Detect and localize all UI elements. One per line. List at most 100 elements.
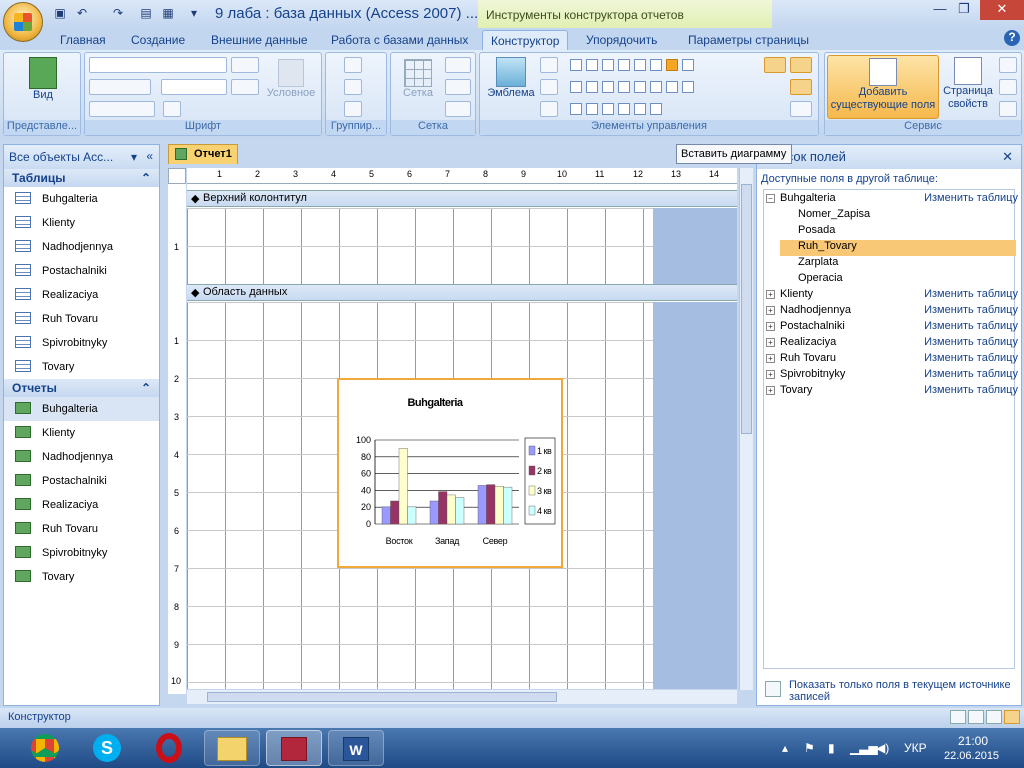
page-header-grid[interactable] [187,208,653,284]
field-item[interactable]: Operacia [798,272,1024,288]
tab-database-tools[interactable]: Работа с базами данных [331,30,468,50]
page-break-icon[interactable] [586,103,598,115]
tab-create[interactable]: Создание [131,30,185,50]
list-icon[interactable] [586,81,598,93]
expand-icon[interactable]: + [766,353,775,363]
nav-table-item[interactable]: Klienty [4,211,159,235]
expand-icon[interactable]: + [766,337,775,347]
vertical-scrollbar[interactable] [739,168,753,690]
code-icon[interactable] [999,79,1017,95]
datetime-icon[interactable] [540,101,558,117]
edit-table-link[interactable]: Изменить таблицу [924,304,1018,316]
property-sheet-button[interactable]: Страница свойств [941,57,995,111]
radio-icon[interactable] [602,103,614,115]
nav-report-item[interactable]: Postachalniki [4,469,159,493]
edit-table-link[interactable]: Изменить таблицу [924,288,1018,300]
bold-italic-underline[interactable] [89,79,151,95]
layout-view-icon[interactable] [986,710,1002,724]
attachment-icon[interactable] [618,103,630,115]
textbox-icon[interactable] [586,59,598,71]
detail-section-bar[interactable]: ◆ Область данных [187,284,737,301]
collapse-reports-icon[interactable]: ⌃ [141,381,151,395]
expand-icon[interactable]: + [766,385,775,395]
nav-table-item[interactable]: Ruh Tovaru [4,307,159,331]
tab-home[interactable]: Главная [60,30,106,50]
title-icon[interactable] [540,79,558,95]
volume-icon[interactable]: ◀) [876,741,889,755]
font-size-select[interactable] [161,79,227,95]
preview-icon[interactable]: ▦ [160,6,176,20]
word-icon[interactable]: W [328,730,384,766]
format-painter-icon[interactable] [163,101,181,117]
close-field-list-icon[interactable]: ✕ [1002,149,1013,165]
hide-details-icon[interactable] [344,101,362,117]
expand-icon[interactable]: + [766,369,775,379]
nav-header[interactable]: Все объекты Acc... ▾ « [4,145,159,169]
tab-order-icon[interactable] [999,57,1017,73]
restore-button[interactable]: ❐ [950,0,978,20]
logo-button[interactable]: Эмблема [484,57,538,100]
select-report-box[interactable] [168,168,186,184]
undo-icon[interactable]: ↶ [74,6,90,20]
expand-icon[interactable]: + [766,321,775,331]
nav-table-item[interactable]: Buhgalteria [4,187,159,211]
vertical-scroll-thumb[interactable] [741,184,752,434]
edit-table-link[interactable]: Изменить таблицу [924,192,1018,204]
subform-icon[interactable] [650,59,662,71]
document-tab[interactable]: Отчет1 [168,144,238,164]
print-preview-view-icon[interactable] [968,710,984,724]
tab-arrange[interactable]: Упорядочить [586,30,657,50]
remove-icon[interactable] [790,101,812,117]
field-item[interactable]: Posada [798,224,1024,240]
add-existing-fields-button[interactable]: Добавить существующие поля [827,55,939,119]
save-icon[interactable]: ▣ [52,6,68,20]
field-table-row[interactable]: + Nadhodjennya Изменить таблицу [766,304,1018,320]
nav-report-item[interactable]: Realizaciya [4,493,159,517]
nav-table-item[interactable]: Realizaciya [4,283,159,307]
field-table-row[interactable]: + Spivrobitnyky Изменить таблицу [766,368,1018,384]
print-icon[interactable]: ▤ [138,6,154,20]
access-icon[interactable] [266,730,322,766]
nav-report-item[interactable]: Klienty [4,421,159,445]
nav-report-item[interactable]: Buhgalteria [4,397,159,421]
edit-table-link[interactable]: Изменить таблицу [924,320,1018,332]
toggle-icon[interactable] [650,81,662,93]
view-button[interactable]: Вид [22,57,64,102]
field-table-row[interactable]: + Klienty Изменить таблицу [766,288,1018,304]
edit-table-link[interactable]: Изменить таблицу [924,384,1018,396]
expand-icon[interactable]: + [766,289,775,299]
wizard-icon[interactable] [790,79,812,95]
checkbox-icon[interactable] [618,81,630,93]
field-item[interactable]: Nomer_Zapisa [798,208,1024,224]
macro-icon[interactable] [999,101,1017,117]
nav-report-item[interactable]: Nadhodjennya [4,445,159,469]
chart-control[interactable]: Buhgalteria 0 20 40 60 80 100 Восток Запад Север 1… [337,378,563,568]
unbound-frame-icon[interactable] [682,59,694,71]
field-table-row[interactable]: + Tovary Изменить таблицу [766,384,1018,400]
edit-table-link[interactable]: Изменить таблицу [924,336,1018,348]
button-icon[interactable] [602,81,614,93]
nav-table-item[interactable]: Tovary [4,355,159,379]
label-icon[interactable] [570,59,582,71]
nav-dropdown-icon[interactable]: ▾ [131,150,137,164]
tray-arrow-icon[interactable]: ▴ [782,741,788,755]
option-group-icon[interactable] [634,81,646,93]
reports-section-header[interactable]: Отчеты ⌃ [4,379,159,397]
close-button[interactable]: ✕ [980,0,1024,20]
help-icon[interactable]: ? [1004,30,1020,46]
horizontal-scroll-thumb[interactable] [207,692,557,702]
action-center-icon[interactable]: ⚑ [804,741,815,755]
tab-design[interactable]: Конструктор [482,30,569,50]
clock-time[interactable]: 21:00 [958,734,988,748]
field-item-selected[interactable]: Ruh_Tovary [780,240,1016,256]
report-view-icon[interactable] [950,710,966,724]
pointer-icon[interactable] [790,57,812,73]
line-style-icon[interactable] [445,57,471,73]
collapse-tables-icon[interactable]: ⌃ [141,171,151,185]
edit-table-link[interactable]: Изменить таблицу [924,352,1018,364]
opera-icon[interactable] [142,730,196,766]
font-name-select[interactable] [89,57,227,73]
field-table-row[interactable]: + Realizaciya Изменить таблицу [766,336,1018,352]
line-icon[interactable] [602,59,614,71]
show-current-source-link[interactable]: Показать только поля в текущем источнике… [763,679,1017,703]
